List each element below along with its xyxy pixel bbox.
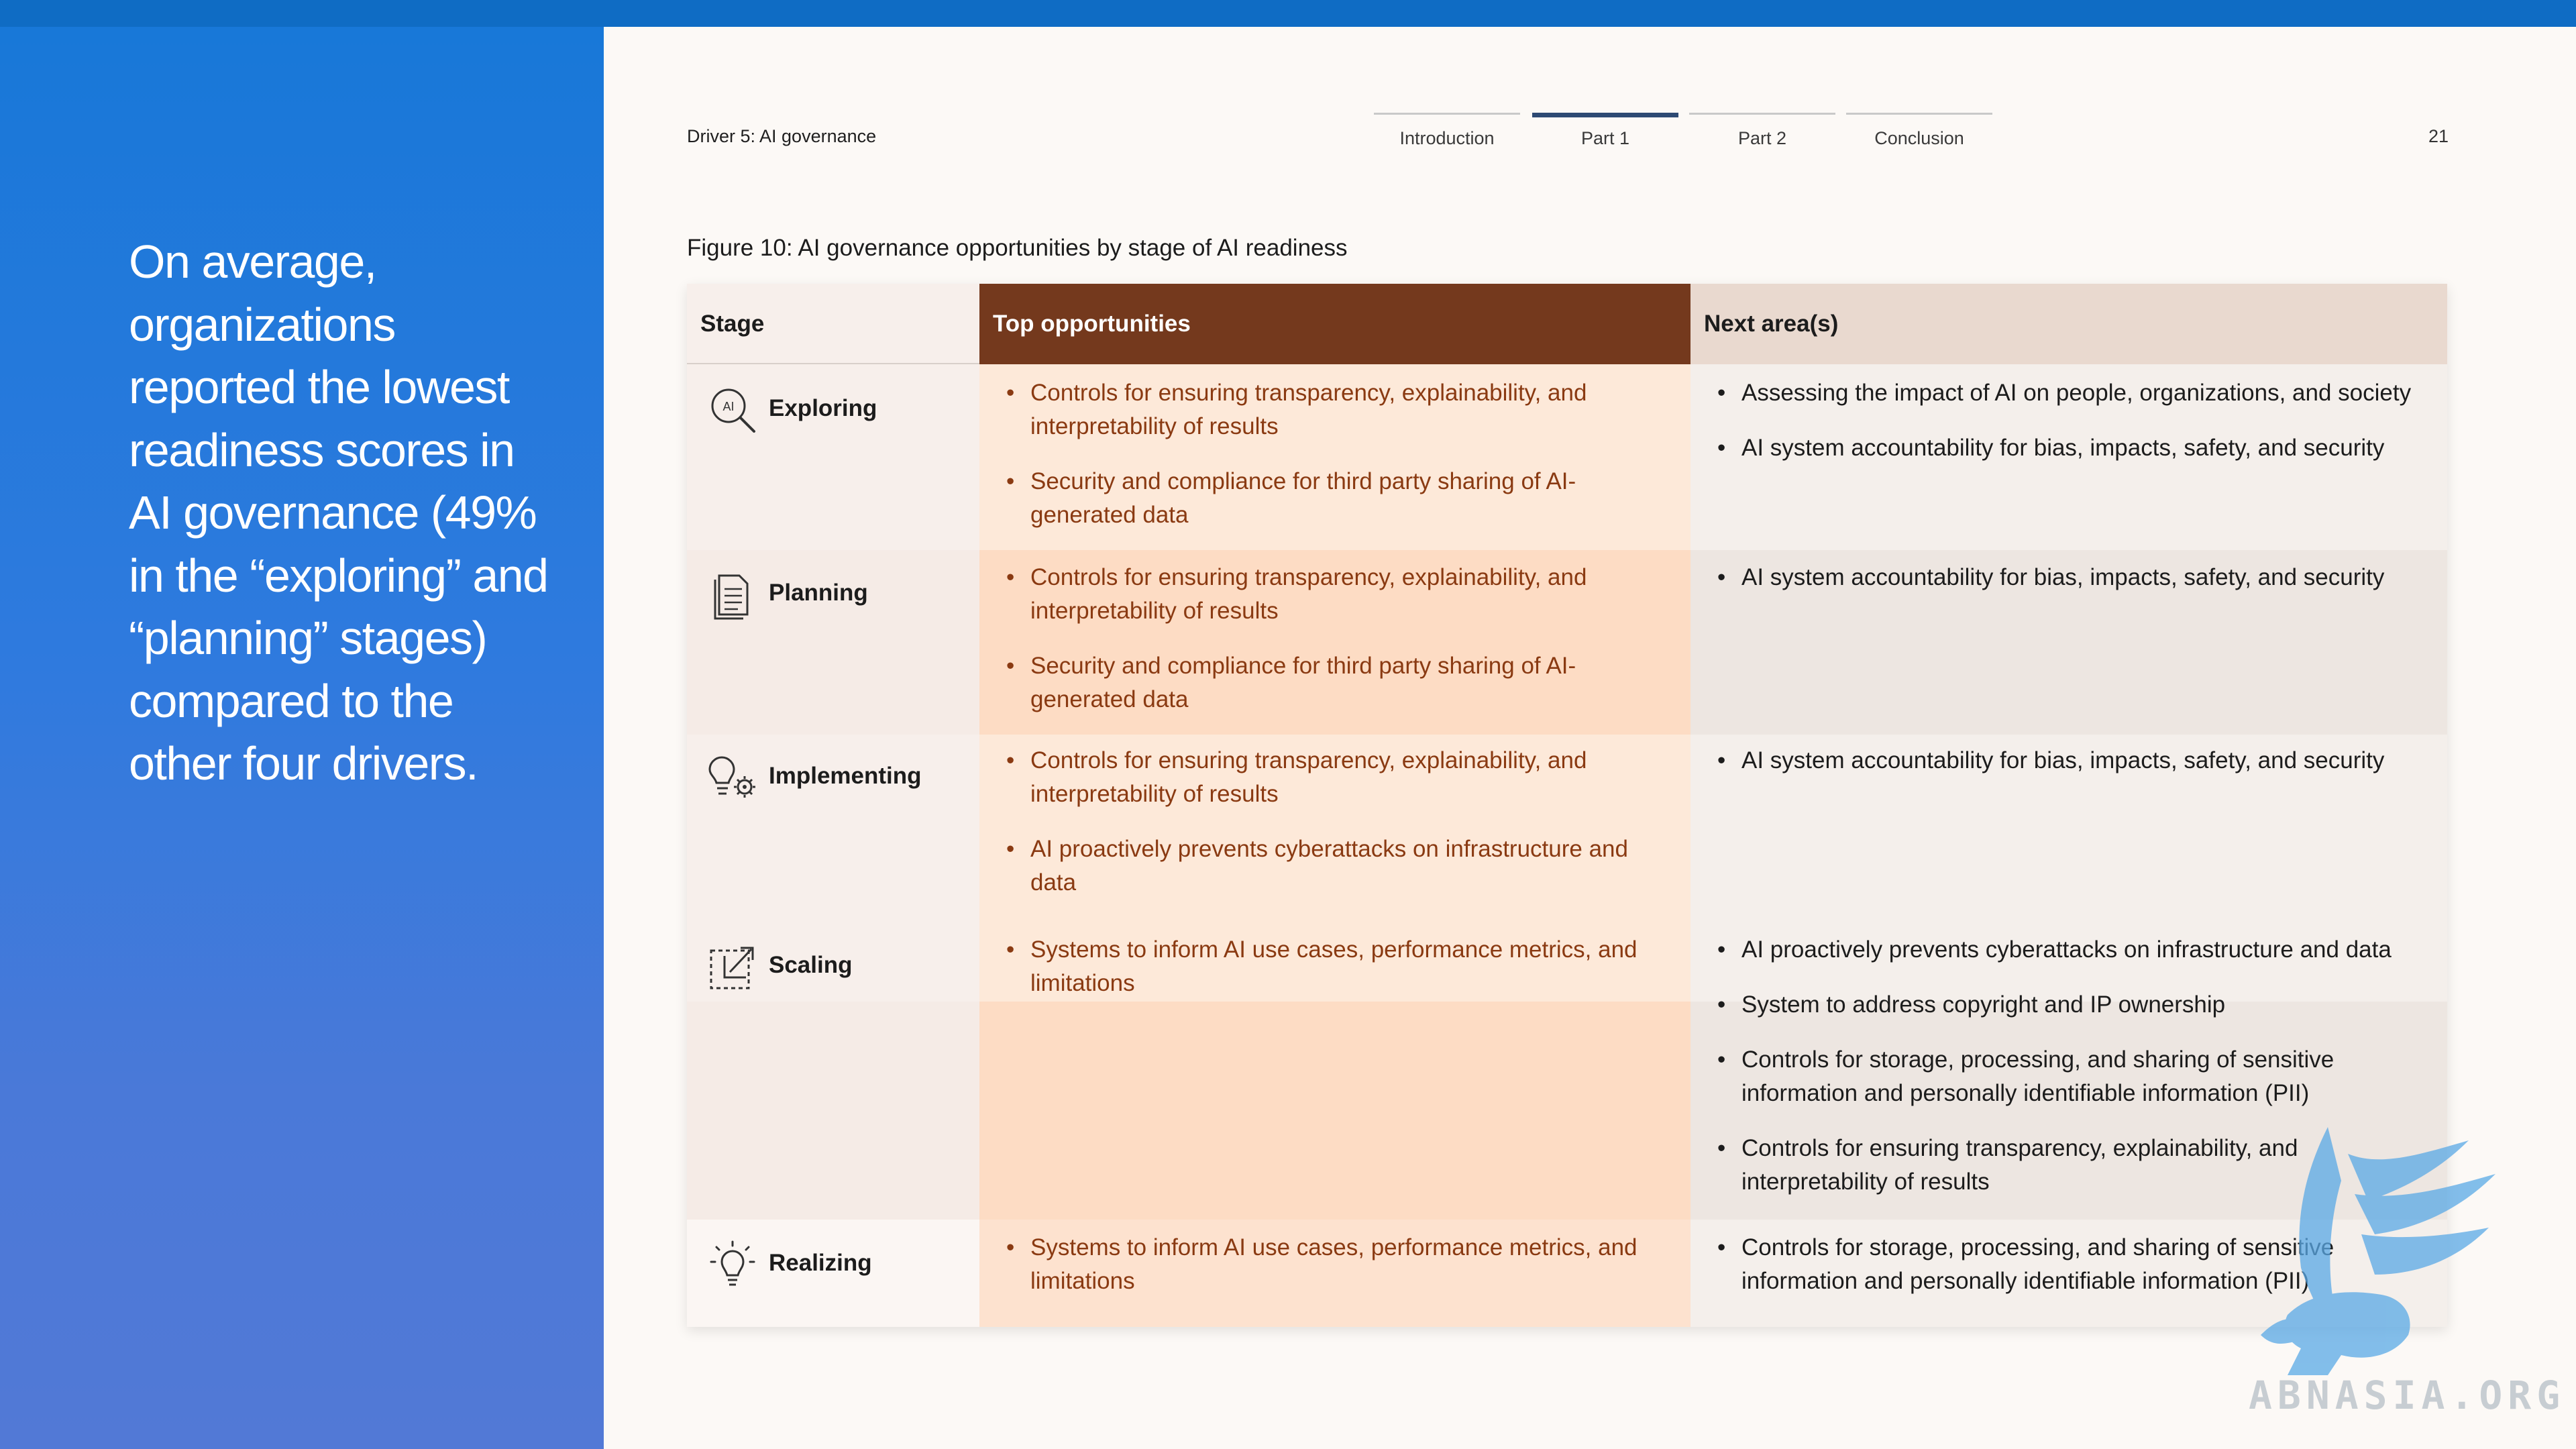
opportunity-list: Controls for ensuring transparency, expl… (1006, 744, 1650, 921)
opportunity-list: Systems to inform AI use cases, performa… (1006, 1231, 1650, 1320)
document-icon (714, 574, 749, 620)
list-item: Controls for ensuring transparency, expl… (1006, 376, 1650, 443)
lightbulb-gear-icon (708, 756, 755, 798)
stage-name: Implementing (769, 763, 922, 789)
nav-tab-part-2[interactable]: Part 2 (1689, 113, 1835, 153)
list-item: AI proactively prevents cyberattacks on … (1006, 833, 1650, 900)
next-area-list: Assessing the impact of AI on people, or… (1717, 376, 2428, 486)
list-item: Systems to inform AI use cases, performa… (1006, 1231, 1650, 1298)
opportunity-list: Systems to inform AI use cases, performa… (1006, 933, 1650, 1022)
ai-magnifier-icon: AI (711, 388, 755, 433)
watermark-text: ABNASIA.ORG (2249, 1373, 2566, 1418)
header-next-areas: Next area(s) (1690, 284, 2447, 364)
nav-tab-part-1[interactable]: Part 1 (1532, 113, 1678, 153)
stage-name: Planning (769, 580, 868, 606)
opportunity-list: Controls for ensuring transparency, expl… (1006, 376, 1650, 553)
expand-box-icon (710, 947, 754, 989)
list-item: Controls for ensuring transparency, expl… (1006, 561, 1650, 628)
side-quote: On average, organizations reported the l… (129, 235, 549, 790)
griffin-watermark-icon (2261, 1127, 2496, 1375)
figure-title: Figure 10: AI governance opportunities b… (687, 235, 1348, 261)
list-item: AI system accountability for bias, impac… (1717, 744, 2428, 777)
list-item: AI system accountability for bias, impac… (1717, 561, 2428, 594)
list-item: Controls for storage, processing, and sh… (1717, 1043, 2428, 1110)
stage-name: Exploring (769, 395, 877, 421)
list-item: Systems to inform AI use cases, performa… (1006, 933, 1650, 1000)
header-top-opportunities: Top opportunities (979, 284, 1690, 364)
list-item: Security and compliance for third party … (1006, 649, 1650, 716)
list-item: System to address copyright and IP owner… (1717, 988, 2428, 1022)
nav-tab-introduction[interactable]: Introduction (1374, 113, 1520, 153)
list-item: AI proactively prevents cyberattacks on … (1717, 933, 2428, 967)
stage-name: Realizing (769, 1250, 872, 1276)
list-item: Assessing the impact of AI on people, or… (1717, 376, 2428, 410)
opportunity-list: Controls for ensuring transparency, expl… (1006, 561, 1650, 738)
list-item: Controls for ensuring transparency, expl… (1006, 744, 1650, 811)
section-title: Driver 5: AI governance (687, 126, 877, 146)
header-stage: Stage (687, 284, 979, 364)
governance-table: Stage Top opportunities Next area(s) AI … (687, 284, 2447, 1327)
top-accent-bar (0, 0, 2576, 27)
page-number: 21 (2428, 126, 2449, 146)
nav-tab-conclusion[interactable]: Conclusion (1846, 113, 1992, 153)
list-item: Security and compliance for third party … (1006, 465, 1650, 532)
list-item: AI system accountability for bias, impac… (1717, 431, 2428, 465)
stage-name: Scaling (769, 952, 853, 978)
next-area-list: AI system accountability for bias, impac… (1717, 561, 2428, 616)
lightbulb-shine-icon (710, 1240, 755, 1286)
next-area-list: AI system accountability for bias, impac… (1717, 744, 2428, 799)
ai-icon-label: AI (722, 400, 734, 413)
